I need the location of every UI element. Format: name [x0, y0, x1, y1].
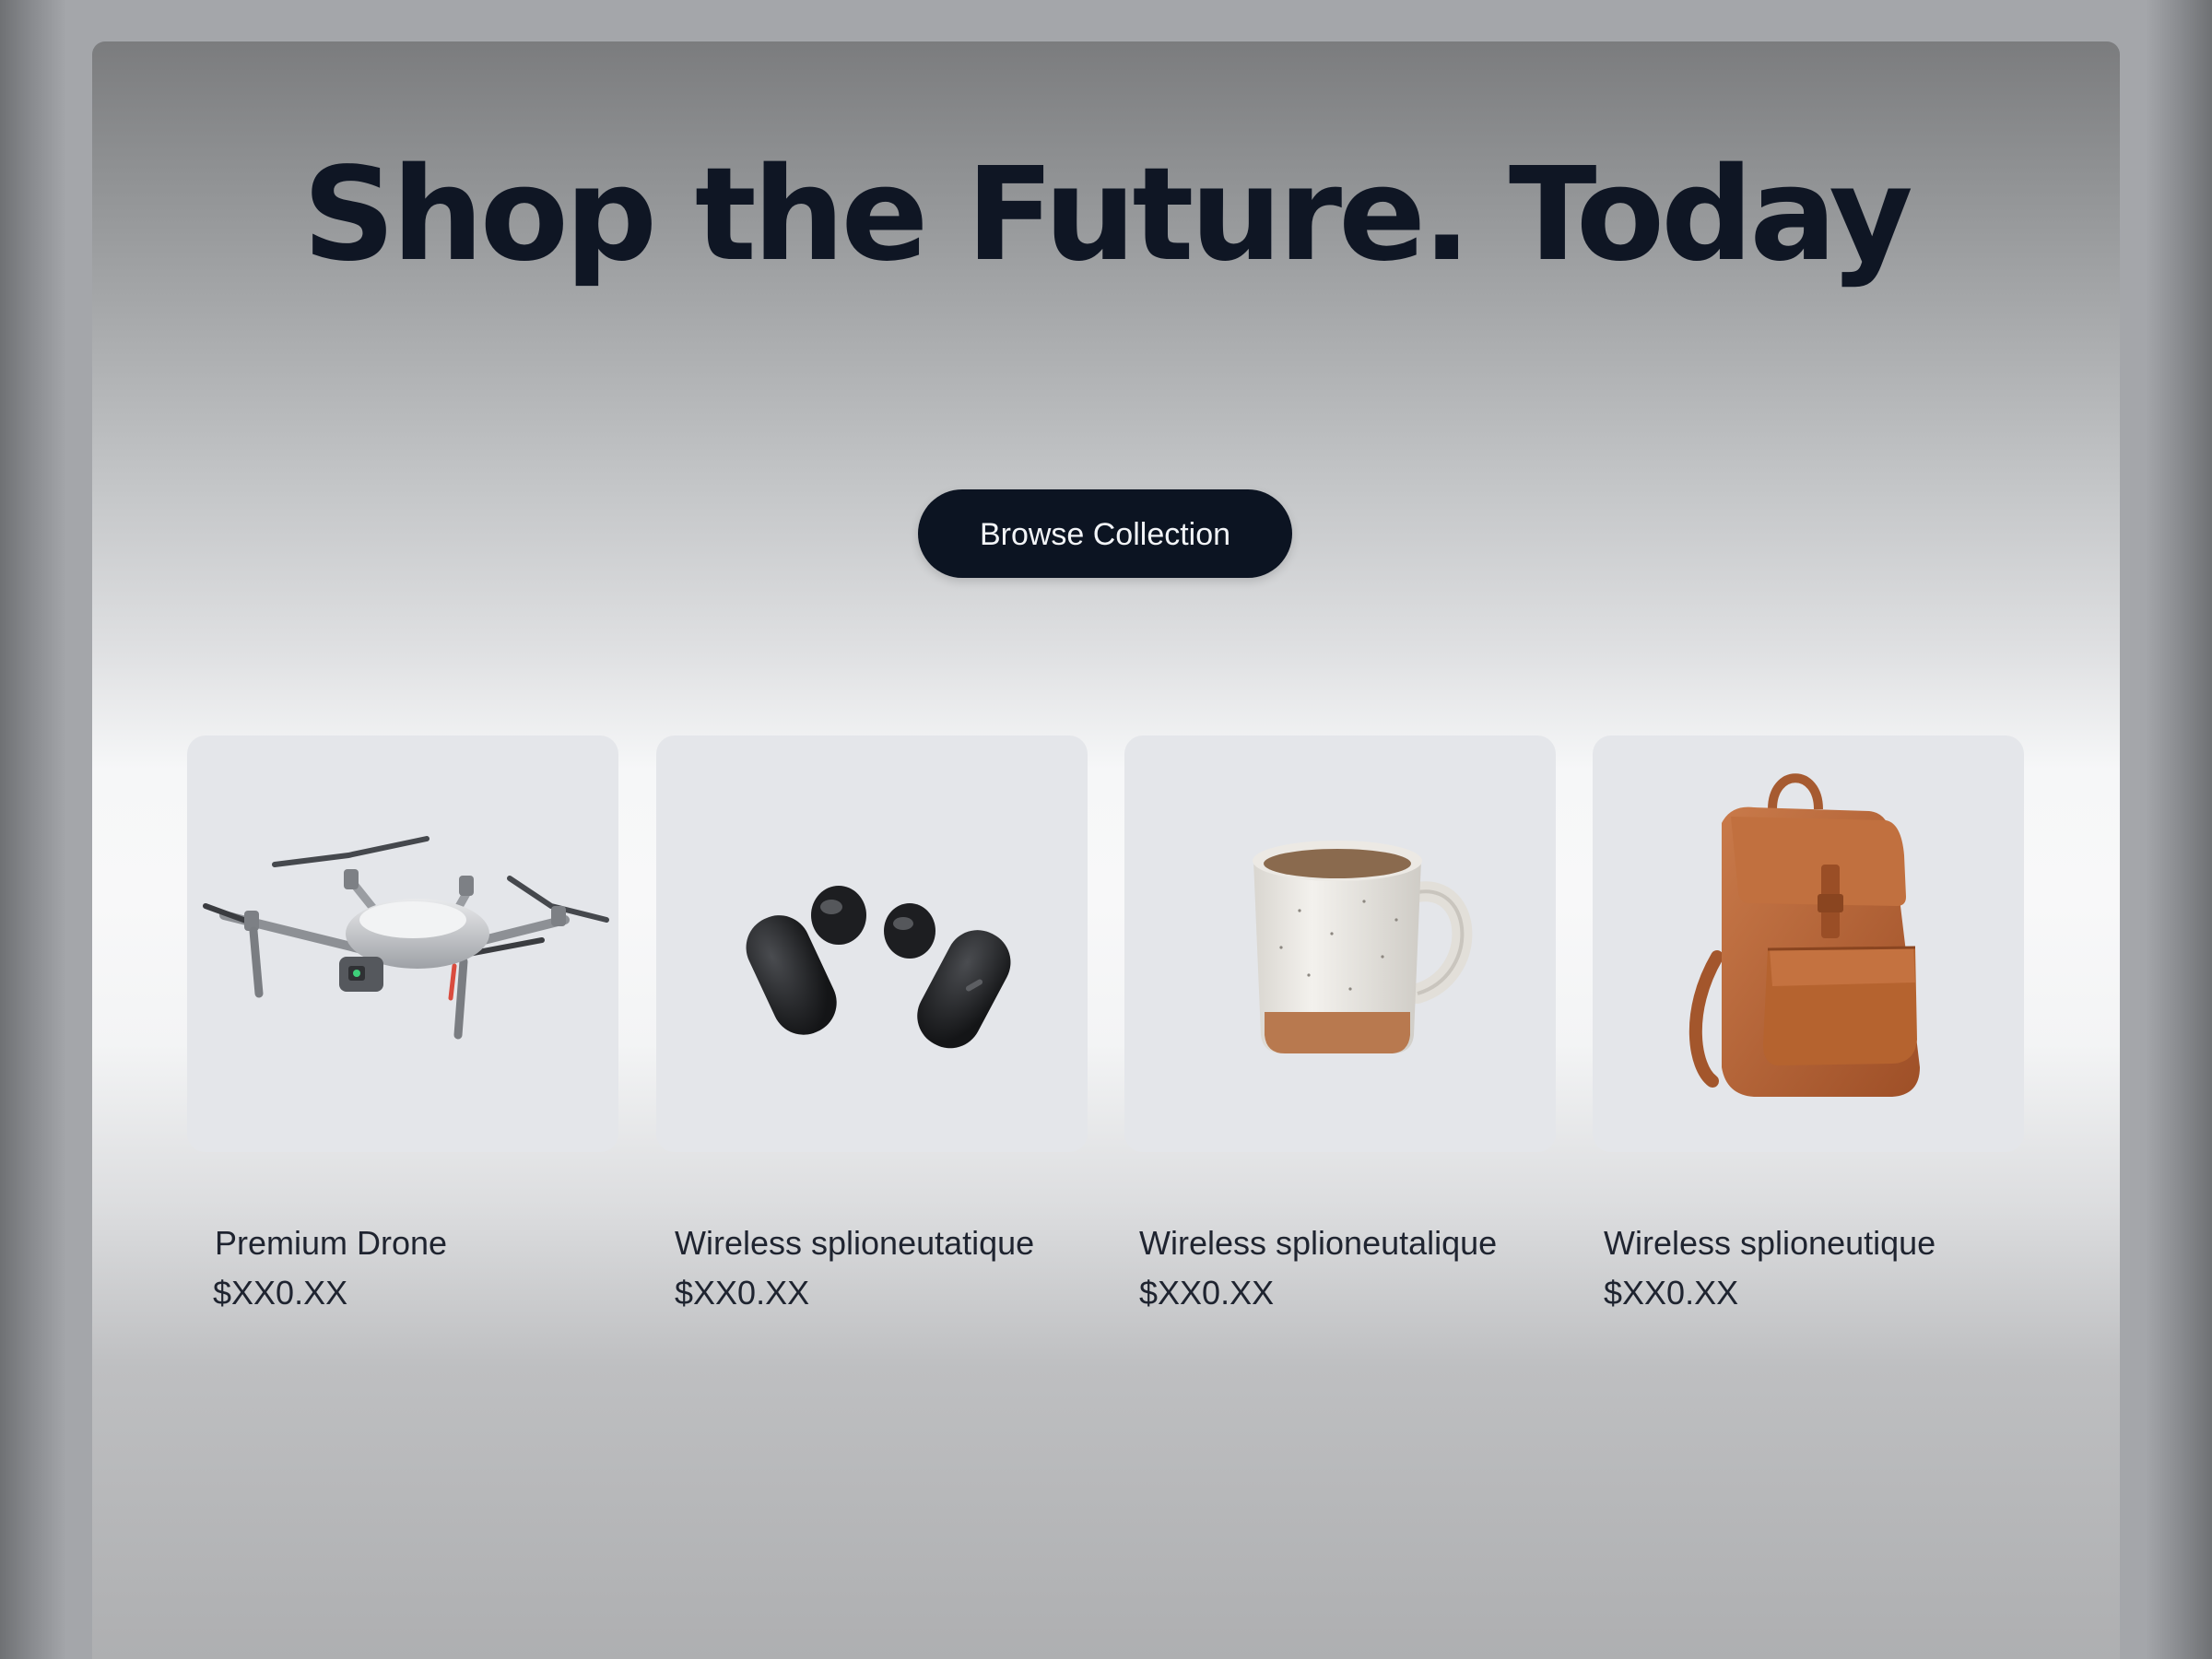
product-card-drone[interactable]: Premium Drone $XX0.XX [187, 735, 618, 1312]
product-price: $XX0.XX [1139, 1274, 1275, 1312]
drone-icon [203, 836, 609, 1040]
product-price: $XX0.XX [675, 1274, 810, 1312]
product-name[interactable]: Wireless splioneutatique [675, 1224, 1034, 1263]
product-image-mug[interactable] [1124, 735, 1556, 1152]
product-grid: Premium Drone $XX0.XX Wireless splioneut… [187, 735, 2030, 1312]
product-price: $XX0.XX [1604, 1274, 1739, 1312]
product-name[interactable]: Wireless splioneutique [1604, 1224, 1936, 1263]
product-price: $XX0.XX [213, 1274, 348, 1312]
browse-collection-button[interactable]: Browse Collection [918, 489, 1292, 578]
product-card-earbuds[interactable]: Wireless splioneutatique $XX0.XX [656, 735, 1088, 1312]
mug-icon [1253, 841, 1473, 1053]
backpack-icon [1688, 773, 1920, 1097]
product-card-backpack[interactable]: Wireless splioneutique $XX0.XX [1593, 735, 2024, 1312]
storefront-page: Shop the Future. Today Browse Collection [92, 41, 2120, 1659]
product-card-mug[interactable]: Wireless splioneutalique $XX0.XX [1124, 735, 1556, 1312]
product-image-backpack[interactable] [1593, 735, 2024, 1152]
product-image-earbuds[interactable] [656, 735, 1088, 1152]
product-name[interactable]: Premium Drone [215, 1224, 447, 1263]
hero-title: Shop the Future. Today [302, 140, 1912, 290]
earbuds-icon [746, 886, 1011, 1049]
product-image-drone[interactable] [187, 735, 618, 1152]
product-name[interactable]: Wireless splioneutalique [1139, 1224, 1497, 1263]
